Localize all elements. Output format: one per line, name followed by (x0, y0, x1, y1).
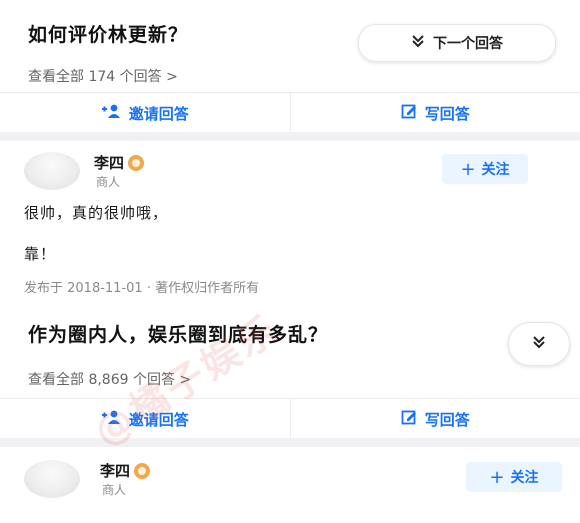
section-divider (0, 132, 580, 141)
next-answer-label: 下一个回答 (433, 36, 503, 52)
author-title: 商人 (96, 175, 121, 189)
question-title[interactable]: 如何评价林更新？ (28, 20, 188, 47)
write-answer-label: 写回答 (424, 410, 470, 429)
next-answer-button[interactable] (508, 322, 570, 366)
follow-label: 关注 (481, 162, 510, 178)
author-name-text: 李四 (100, 462, 131, 480)
author-name[interactable]: 李四 (94, 152, 145, 173)
plus-icon: + (489, 466, 505, 488)
view-all-answers-link[interactable]: 查看全部 174 个回答 > (28, 66, 178, 86)
write-answer-button[interactable]: 写回答 (289, 399, 580, 439)
plus-icon: + (460, 158, 476, 180)
follow-button[interactable]: + 关注 (442, 154, 528, 184)
author-title: 商人 (102, 483, 127, 497)
double-chevron-down-icon (411, 34, 425, 52)
write-answer-button[interactable]: 写回答 (289, 93, 580, 133)
next-answer-button[interactable]: 下一个回答 (358, 24, 556, 62)
invite-answer-label: 邀请回答 (128, 104, 189, 123)
author-name-text: 李四 (94, 154, 125, 172)
author-name[interactable]: 李四 (100, 460, 151, 481)
follow-label: 关注 (510, 470, 539, 486)
follow-button[interactable]: + 关注 (466, 462, 562, 492)
double-chevron-down-icon (532, 335, 546, 353)
section-divider (0, 438, 580, 447)
badge-icon (134, 462, 151, 479)
edit-icon (401, 409, 417, 429)
answer-text-line: 很帅，真的很帅哦， (24, 204, 169, 222)
badge-icon (128, 154, 145, 171)
write-answer-label: 写回答 (424, 104, 470, 123)
avatar[interactable] (24, 460, 80, 498)
avatar[interactable] (24, 152, 80, 190)
add-user-icon (101, 104, 121, 122)
question-action-bar: 邀请回答 写回答 (0, 92, 580, 133)
edit-icon (401, 103, 417, 123)
answer-text-line: 靠！ (24, 245, 57, 263)
question-card-1: 如何评价林更新？ 下一个回答 查看全部 174 个回答 > 邀请回答 写回答 (0, 0, 580, 133)
answer-meta: 发布于 2018-11-01 · 著作权归作者所有 (24, 281, 260, 296)
invite-answer-button[interactable]: 邀请回答 (0, 93, 290, 133)
